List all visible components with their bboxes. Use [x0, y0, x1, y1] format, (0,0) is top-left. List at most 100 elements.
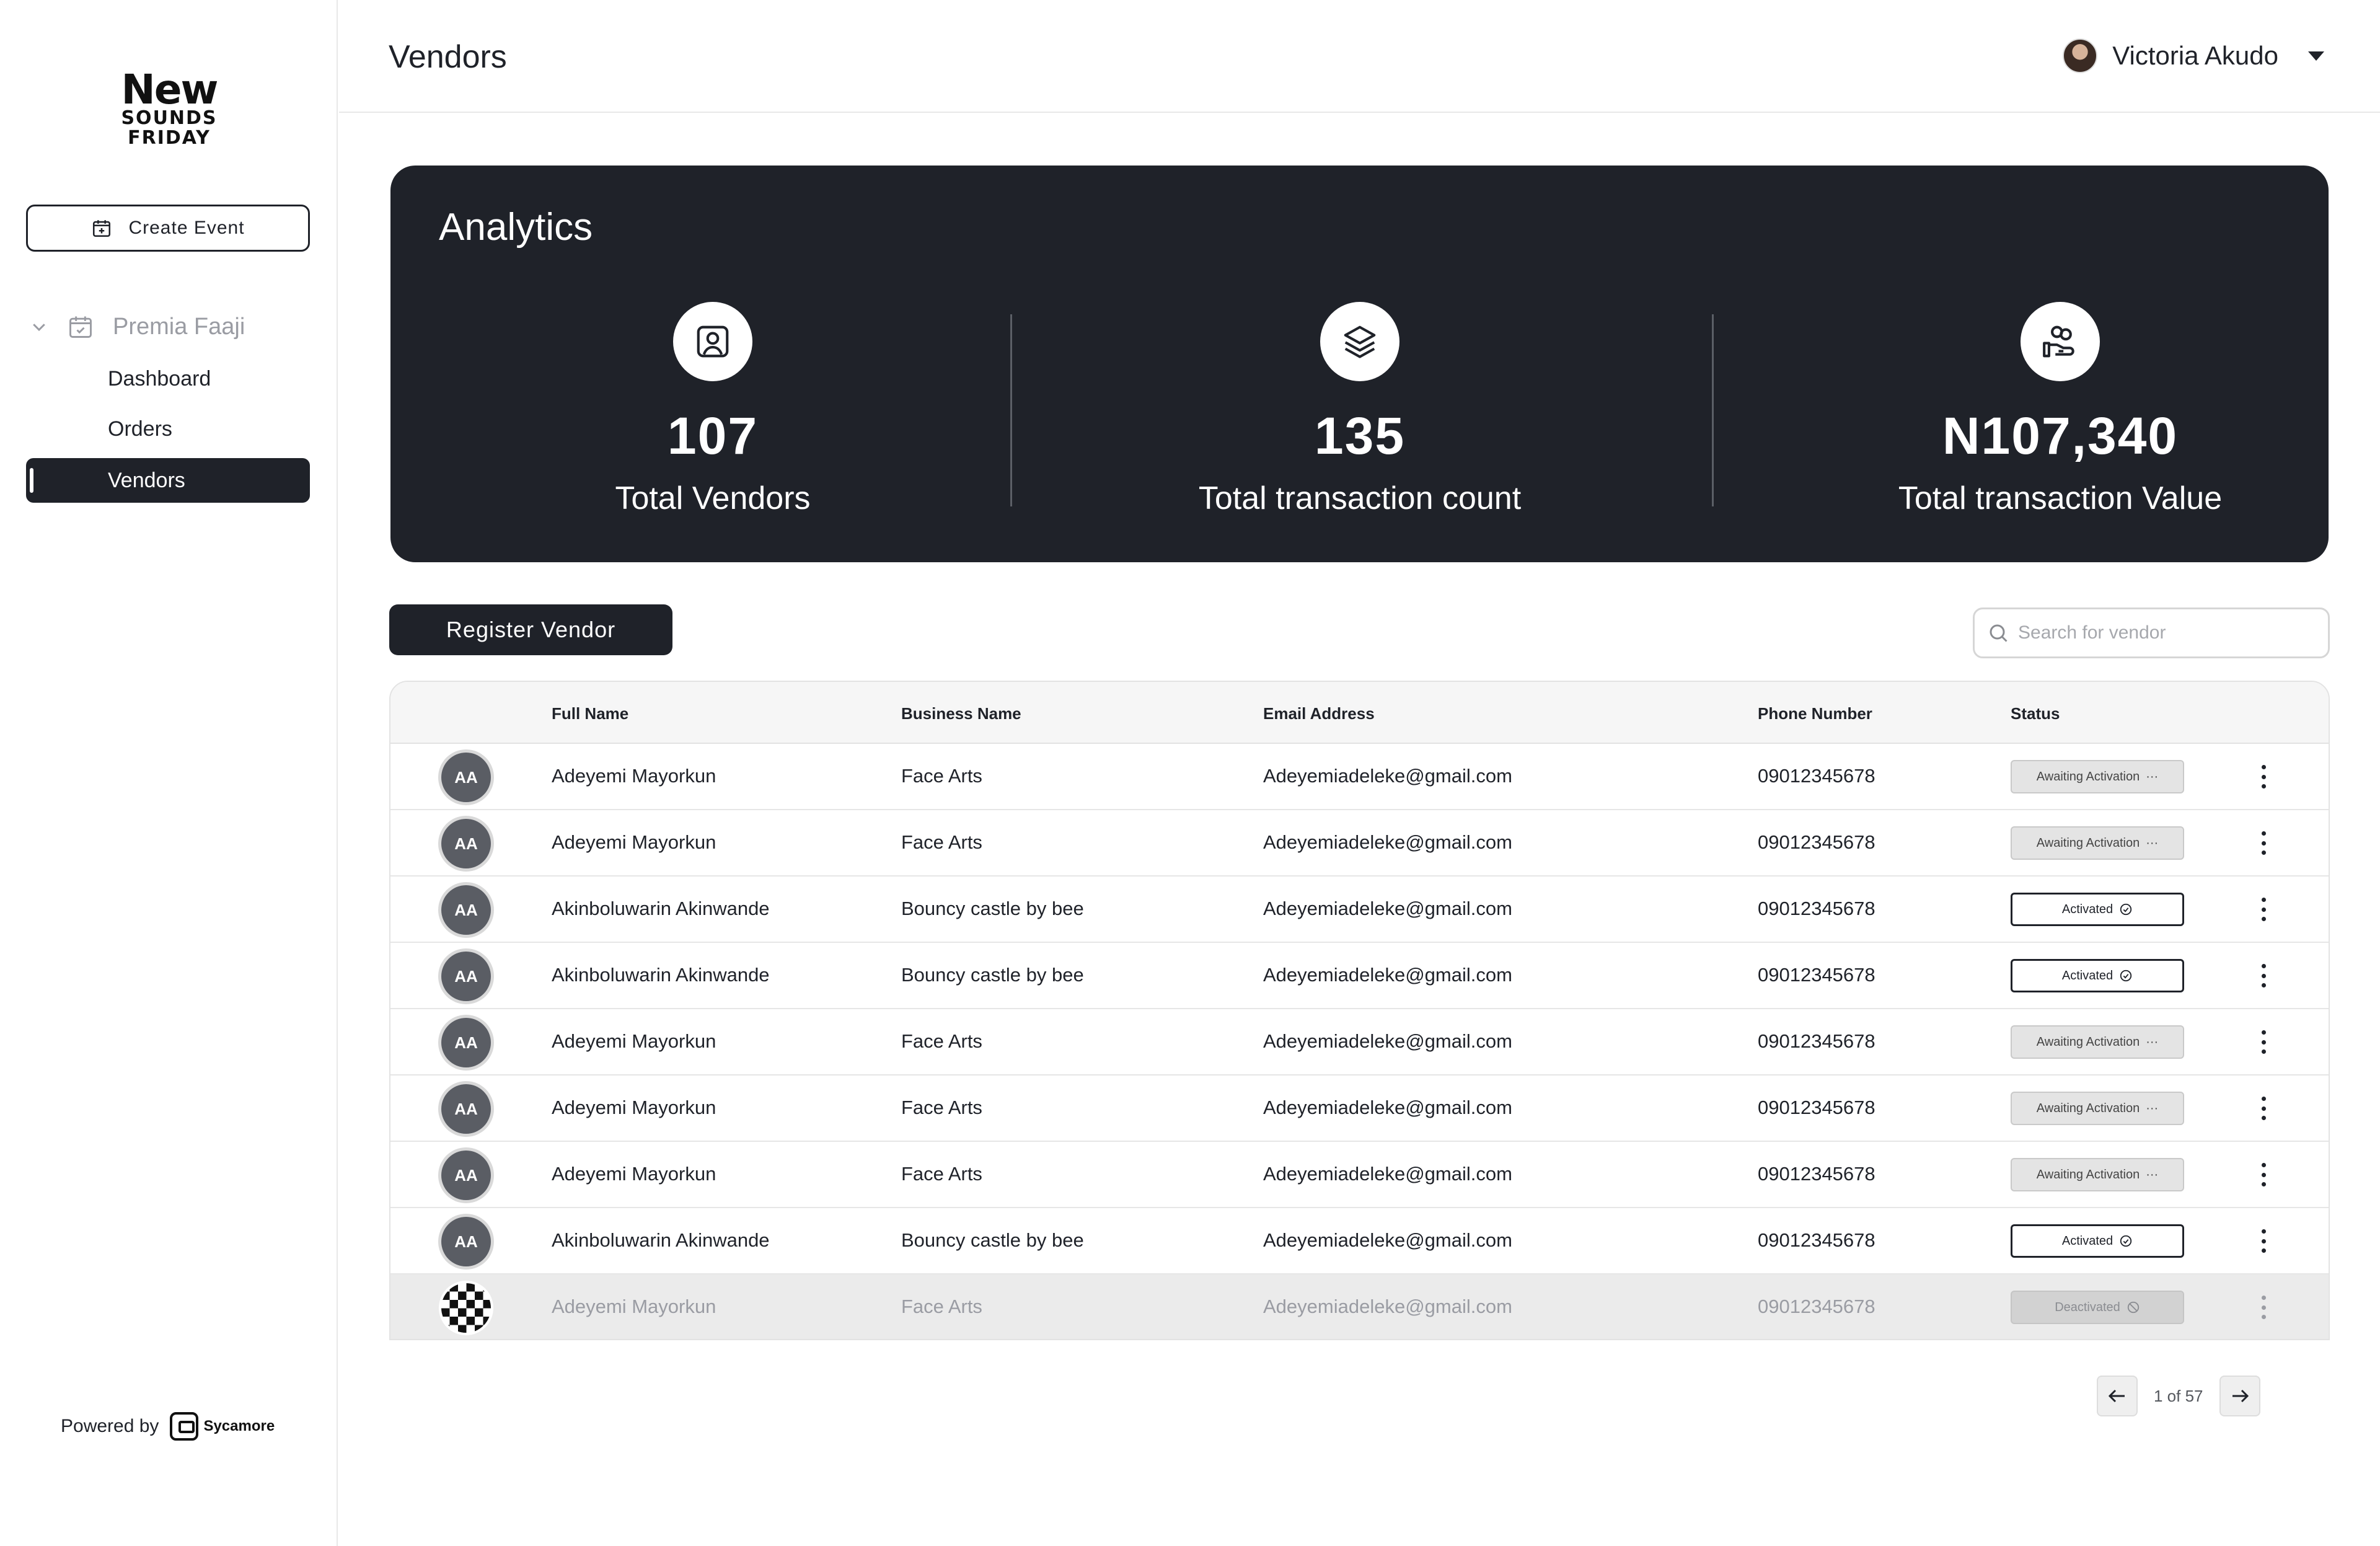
sidebar-item-orders[interactable]: Orders — [26, 407, 310, 451]
row-menu-button[interactable] — [2251, 1227, 2276, 1255]
table-row[interactable]: AA Adeyemi Mayorkun Face Arts Adeyemiade… — [390, 810, 2329, 877]
ban-icon — [2127, 1301, 2139, 1314]
status-label: Awaiting Activation — [2036, 836, 2140, 850]
brand-logo[interactable]: New SOUNDS FRIDAY — [117, 69, 222, 149]
vendor-avatar — [441, 1283, 491, 1333]
vendor-avatar: AA — [441, 1084, 491, 1134]
vendor-business-name: Face Arts — [901, 765, 982, 787]
sidebar-item-vendors[interactable]: Vendors — [26, 458, 310, 503]
stat-label: Total transaction Value — [1898, 480, 2223, 516]
register-vendor-button[interactable]: Register Vendor — [389, 604, 672, 655]
vendor-business-name: Bouncy castle by bee — [901, 964, 1084, 986]
check-circle-icon — [2120, 903, 2132, 916]
table-row[interactable]: AA Akinboluwarin Akinwande Bouncy castle… — [390, 1208, 2329, 1274]
row-menu-button[interactable] — [2251, 1293, 2276, 1322]
event-group-label: Premia Faaji — [113, 313, 245, 340]
vendor-search[interactable] — [1973, 607, 2330, 658]
check-circle-icon — [2120, 1235, 2132, 1247]
search-input[interactable] — [2018, 622, 2316, 643]
top-header: Vendors Victoria Akudo — [339, 0, 2380, 113]
sidebar-item-dashboard[interactable]: Dashboard — [26, 356, 310, 401]
vendor-business-name: Face Arts — [901, 1163, 982, 1185]
vendor-phone: 09012345678 — [1758, 765, 1875, 787]
vendor-email: Adeyemiadeleke@gmail.com — [1263, 964, 1512, 986]
row-menu-button[interactable] — [2251, 961, 2276, 990]
vendor-full-name: Adeyemi Mayorkun — [552, 1296, 716, 1317]
row-menu-button[interactable] — [2251, 1094, 2276, 1123]
vendor-avatar: AA — [441, 952, 491, 1001]
column-header-email[interactable]: Email Address — [1263, 704, 1375, 723]
status-label: Awaiting Activation — [2036, 769, 2140, 784]
stat-label: Total transaction count — [1198, 480, 1522, 516]
search-icon — [1990, 624, 2008, 642]
stat-total-vendors: 107 Total Vendors — [390, 302, 1035, 517]
vendor-business-name: Face Arts — [901, 831, 982, 853]
row-menu-button[interactable] — [2251, 1028, 2276, 1056]
calendar-check-icon — [69, 316, 92, 338]
vendor-email: Adeyemiadeleke@gmail.com — [1263, 1030, 1512, 1052]
table-row[interactable]: AA Adeyemi Mayorkun Face Arts Adeyemiade… — [390, 1009, 2329, 1076]
pagination: 1 of 57 — [2097, 1376, 2260, 1416]
row-menu-button[interactable] — [2251, 895, 2276, 924]
vendor-phone: 09012345678 — [1758, 831, 1875, 853]
status-label: Deactivated — [2055, 1300, 2120, 1314]
status-label: Activated — [2061, 902, 2113, 916]
stat-label: Total Vendors — [615, 480, 811, 516]
vendor-full-name: Adeyemi Mayorkun — [552, 1097, 716, 1118]
vendor-full-name: Adeyemi Mayorkun — [552, 831, 716, 853]
more-horizontal-icon: ··· — [2146, 836, 2159, 850]
vendor-email: Adeyemiadeleke@gmail.com — [1263, 831, 1512, 853]
status-badge[interactable]: Awaiting Activation ··· — [2011, 1092, 2184, 1125]
vendor-email: Adeyemiadeleke@gmail.com — [1263, 1296, 1512, 1317]
create-event-label: Create Event — [128, 218, 245, 238]
row-menu-button[interactable] — [2251, 1160, 2276, 1189]
vendor-full-name: Akinboluwarin Akinwande — [552, 898, 770, 919]
status-badge[interactable]: Awaiting Activation ··· — [2011, 826, 2184, 860]
table-row[interactable]: AA Adeyemi Mayorkun Face Arts Adeyemiade… — [390, 1142, 2329, 1208]
vendors-table: Full Name Business Name Email Address Ph… — [389, 681, 2330, 1340]
status-label: Activated — [2061, 968, 2113, 983]
status-badge[interactable]: Activated — [2011, 959, 2184, 992]
arrow-right-icon — [2232, 1389, 2249, 1403]
row-menu-button[interactable] — [2251, 829, 2276, 857]
vendor-email: Adeyemiadeleke@gmail.com — [1263, 1229, 1512, 1251]
status-badge[interactable]: Activated — [2011, 893, 2184, 926]
event-group-premia-faaji[interactable]: Premia Faaji — [30, 313, 245, 340]
table-row[interactable]: AA Adeyemi Mayorkun Face Arts Adeyemiade… — [390, 744, 2329, 810]
column-header-phone[interactable]: Phone Number — [1758, 704, 1872, 723]
user-avatar — [2063, 38, 2098, 73]
stat-value: 135 — [1314, 407, 1406, 465]
powered-by-label: Powered by — [61, 1416, 159, 1436]
vendor-full-name: Akinboluwarin Akinwande — [552, 964, 770, 986]
vendor-avatar: AA — [441, 1018, 491, 1067]
user-menu[interactable]: Victoria Akudo — [2063, 38, 2324, 73]
previous-page-button[interactable] — [2097, 1376, 2138, 1416]
caret-down-icon[interactable] — [2308, 51, 2324, 61]
page-indicator: 1 of 57 — [2154, 1386, 2203, 1405]
row-menu-button[interactable] — [2251, 762, 2276, 791]
vendor-phone: 09012345678 — [1758, 1163, 1875, 1185]
layers-icon — [1320, 302, 1399, 381]
next-page-button[interactable] — [2219, 1376, 2260, 1416]
table-row[interactable]: AA Akinboluwarin Akinwande Bouncy castle… — [390, 877, 2329, 943]
status-badge[interactable]: Awaiting Activation ··· — [2011, 1025, 2184, 1059]
create-event-button[interactable]: Create Event — [26, 205, 310, 252]
status-badge[interactable]: Deactivated — [2011, 1291, 2184, 1324]
more-horizontal-icon: ··· — [2146, 769, 2159, 784]
column-header-business-name[interactable]: Business Name — [901, 704, 1021, 723]
table-row[interactable]: AA Adeyemi Mayorkun Face Arts Adeyemiade… — [390, 1076, 2329, 1142]
status-badge[interactable]: Activated — [2011, 1224, 2184, 1258]
stat-value: N107,340 — [1942, 407, 2179, 465]
table-row[interactable]: AA Akinboluwarin Akinwande Bouncy castle… — [390, 943, 2329, 1009]
page-title: Vendors — [389, 39, 507, 75]
status-badge[interactable]: Awaiting Activation ··· — [2011, 760, 2184, 793]
column-header-full-name[interactable]: Full Name — [552, 704, 628, 723]
column-header-status[interactable]: Status — [2011, 704, 2060, 723]
user-badge-icon — [673, 302, 752, 381]
more-horizontal-icon: ··· — [2146, 1035, 2159, 1049]
vendor-full-name: Adeyemi Mayorkun — [552, 765, 716, 787]
chevron-down-icon[interactable] — [30, 317, 48, 336]
table-row[interactable]: Adeyemi Mayorkun Face Arts Adeyemiadelek… — [390, 1274, 2329, 1339]
status-badge[interactable]: Awaiting Activation ··· — [2011, 1158, 2184, 1191]
analytics-title: Analytics — [439, 206, 593, 249]
